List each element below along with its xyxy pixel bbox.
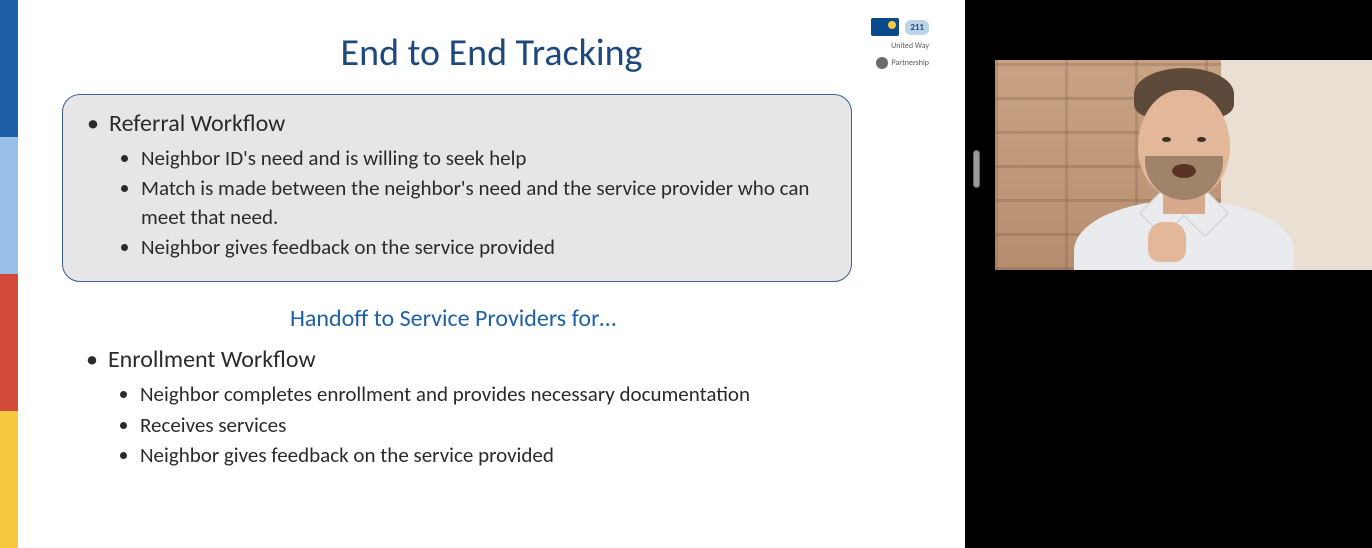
list-item: Neighbor gives feedback on the service p…: [141, 233, 827, 261]
video-call-viewport: 211 United Way Partnership End to End Tr…: [0, 0, 1372, 548]
list-item: Receives services: [140, 411, 852, 439]
slide-content: 211 United Way Partnership End to End Tr…: [18, 0, 965, 548]
referral-heading: Referral Workflow: [87, 109, 827, 138]
list-item: Neighbor completes enrollment and provid…: [140, 380, 852, 408]
presenter-figure: [1074, 100, 1294, 270]
participant-panel: [965, 0, 1372, 548]
enrollment-heading: Enrollment Workflow: [86, 345, 852, 374]
badge-211: 211: [905, 20, 929, 35]
handoff-text: Handoff to Service Providers for…: [58, 304, 848, 333]
list-item: Match is made between the neighbor's nee…: [141, 174, 827, 231]
presenter-webcam[interactable]: [995, 60, 1372, 270]
slide-title: End to End Tracking: [58, 30, 925, 76]
enrollment-workflow-section: Enrollment Workflow Neighbor completes e…: [62, 345, 852, 469]
logo-subtext-1: United Way: [891, 42, 929, 51]
logo-subtext-2: Partnership: [876, 57, 929, 69]
partnership-logo-icon: [876, 57, 888, 69]
list-item: Neighbor ID's need and is willing to see…: [141, 144, 827, 172]
slide-logos: 211 United Way Partnership: [871, 18, 929, 69]
referral-workflow-box: Referral Workflow Neighbor ID's need and…: [62, 94, 852, 282]
enrollment-bullets: Neighbor completes enrollment and provid…: [140, 380, 852, 469]
scroll-handle[interactable]: [973, 150, 980, 188]
slide-accent-bar: [0, 0, 18, 548]
list-item: Neighbor gives feedback on the service p…: [140, 441, 852, 469]
shared-slide: 211 United Way Partnership End to End Tr…: [0, 0, 965, 548]
referral-bullets: Neighbor ID's need and is willing to see…: [141, 144, 827, 261]
unitedway-logo-icon: [871, 18, 899, 36]
